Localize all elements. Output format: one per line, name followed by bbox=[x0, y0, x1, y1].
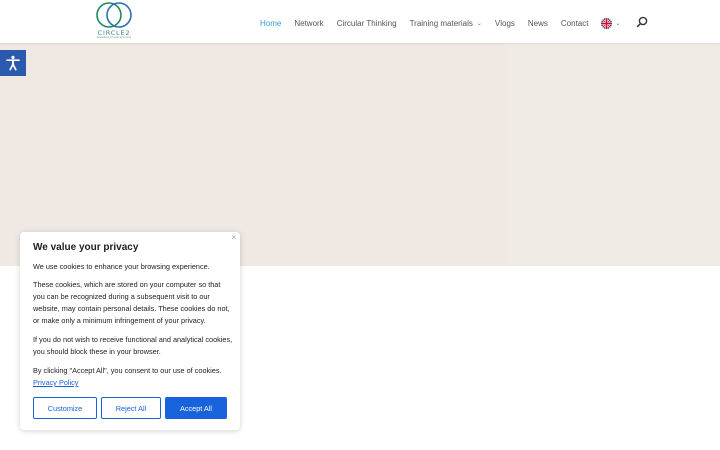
search-icon[interactable] bbox=[636, 16, 648, 28]
accessibility-icon bbox=[6, 55, 20, 71]
site-header: CIRCLE2 towards a circular economy Home … bbox=[0, 0, 720, 43]
page: CIRCLE2 towards a circular economy Home … bbox=[0, 0, 720, 450]
cookie-intro-text: We use cookies to enhance your browsing … bbox=[33, 262, 210, 271]
nav-news[interactable]: News bbox=[528, 19, 548, 28]
reject-all-button[interactable]: Reject All bbox=[101, 397, 161, 419]
cookie-consent-banner: × We value your privacy We use cookies t… bbox=[20, 232, 240, 430]
site-logo[interactable]: CIRCLE2 towards a circular economy bbox=[92, 1, 136, 39]
nav-news-label: News bbox=[527, 18, 548, 28]
logo-tagline: towards a circular economy bbox=[96, 36, 132, 39]
chevron-down-icon: ⌄ bbox=[615, 20, 621, 27]
chevron-down-icon: ⌄ bbox=[476, 20, 482, 27]
main-nav: Home Network Circular Thinking Training … bbox=[260, 16, 648, 29]
nav-home[interactable]: Home bbox=[260, 19, 281, 28]
language-switcher[interactable]: ⌄ bbox=[601, 17, 621, 29]
nav-circular-thinking[interactable]: Circular Thinking bbox=[337, 19, 397, 28]
nav-network[interactable]: Network bbox=[294, 19, 323, 28]
nav-home-label: Home bbox=[260, 18, 282, 28]
nav-network-label: Network bbox=[294, 18, 324, 28]
hero-background-panel bbox=[505, 43, 720, 266]
privacy-policy-link[interactable]: Privacy Policy bbox=[33, 378, 78, 387]
close-icon[interactable]: × bbox=[231, 234, 236, 242]
uk-flag-icon bbox=[601, 17, 613, 29]
nav-vlogs[interactable]: Vlogs bbox=[495, 19, 515, 28]
nav-contact-label: Contact bbox=[560, 18, 589, 28]
nav-circular-thinking-label: Circular Thinking bbox=[336, 18, 397, 28]
customize-button[interactable]: Customize bbox=[33, 397, 97, 419]
nav-contact[interactable]: Contact bbox=[561, 19, 589, 28]
cookie-consent-text: By clicking "Accept All", you consent to… bbox=[33, 365, 233, 389]
nav-training-materials-label: Training materials bbox=[409, 18, 473, 28]
logo-circles-icon bbox=[96, 2, 132, 28]
nav-training-materials[interactable]: Training materials ⌄ bbox=[410, 19, 482, 28]
accept-all-button[interactable]: Accept All bbox=[165, 397, 227, 419]
accessibility-button[interactable] bbox=[0, 50, 26, 76]
cookie-consent-sentence: By clicking "Accept All", you consent to… bbox=[33, 366, 222, 375]
nav-vlogs-label: Vlogs bbox=[494, 18, 515, 28]
cookie-block-text: If you do not wish to receive functional… bbox=[33, 335, 233, 356]
cookie-title: We value your privacy bbox=[33, 242, 139, 253]
cookie-details-text: These cookies, which are stored on your … bbox=[33, 280, 230, 325]
